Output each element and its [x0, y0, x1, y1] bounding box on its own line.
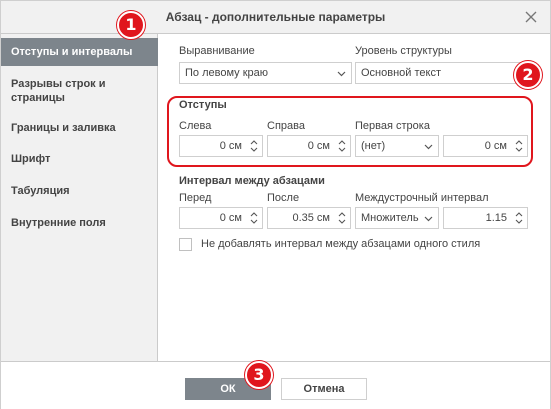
spacing-after-input[interactable]: 0.35 см [267, 207, 351, 229]
spacing-after-value: 0.35 см [292, 212, 330, 224]
spacing-before-input[interactable]: 0 см [179, 207, 263, 229]
paragraph-settings-dialog: Абзац - дополнительные параметры Отступы… [0, 0, 551, 409]
sidebar-item-tabs[interactable]: Табуляция [1, 184, 158, 198]
outline-level-select[interactable]: Основной текст [355, 62, 528, 84]
step-badge-2: 2 [514, 61, 542, 89]
line-spacing-type-select[interactable]: Множитель [355, 207, 439, 229]
no-space-same-style-label: Не добавлять интервал между абзацами одн… [201, 238, 481, 250]
spinner-arrows-icon[interactable] [513, 209, 525, 227]
alignment-select[interactable]: По левому краю [179, 62, 352, 84]
spinner-arrows-icon[interactable] [248, 209, 260, 227]
sidebar-item-borders-fill[interactable]: Границы и заливка [1, 121, 158, 135]
line-spacing-value-input[interactable]: 1.15 [443, 207, 528, 229]
spacing-before-label: Перед [179, 192, 212, 204]
chevron-down-icon [337, 71, 346, 77]
sidebar-item-label: Табуляция [11, 185, 70, 197]
step-badge-1: 1 [117, 11, 145, 39]
outline-level-label: Уровень структуры [355, 45, 452, 57]
indents-highlight-frame [167, 96, 533, 167]
spacing-after-label: После [267, 192, 300, 204]
sidebar-item-label: Отступы и интервалы [11, 46, 133, 58]
sidebar-item-text-padding[interactable]: Внутренние поля [1, 216, 158, 230]
settings-content: Выравнивание По левому краю Уровень стру… [159, 34, 550, 361]
no-space-same-style-checkbox[interactable] [179, 238, 192, 251]
spinner-arrows-icon[interactable] [336, 209, 348, 227]
alignment-value: По левому краю [185, 67, 268, 79]
sidebar-item-label: Внутренние поля [11, 217, 106, 229]
settings-sidebar: Отступы и интервалы Разрывы строк и стра… [1, 34, 158, 361]
line-spacing-type-value: Множитель [361, 212, 419, 224]
chevron-down-icon [424, 216, 433, 222]
outline-level-value: Основной текст [361, 67, 441, 79]
spacing-header: Интервал между абзацами [179, 175, 325, 187]
spacing-before-value: 0 см [219, 212, 242, 224]
sidebar-item-line-page-breaks[interactable]: Разрывы строк и страницы [1, 77, 141, 105]
dialog-title: Абзац - дополнительные параметры [165, 10, 386, 24]
close-icon[interactable] [521, 7, 541, 27]
line-spacing-label: Междустрочный интервал [355, 192, 489, 204]
sidebar-item-font[interactable]: Шрифт [1, 152, 158, 166]
sidebar-item-indents-spacing[interactable]: Отступы и интервалы [1, 38, 158, 66]
dialog-titlebar: Абзац - дополнительные параметры [1, 1, 550, 34]
sidebar-item-label: Границы и заливка [11, 122, 116, 134]
sidebar-item-label: Разрывы строк и страницы [11, 78, 106, 104]
alignment-label: Выравнивание [179, 45, 255, 57]
dialog-footer: ОК Отмена [1, 361, 550, 409]
sidebar-item-label: Шрифт [11, 153, 51, 165]
line-spacing-value: 1.15 [485, 212, 507, 224]
cancel-button[interactable]: Отмена [281, 378, 367, 400]
step-badge-3: 3 [245, 361, 273, 389]
